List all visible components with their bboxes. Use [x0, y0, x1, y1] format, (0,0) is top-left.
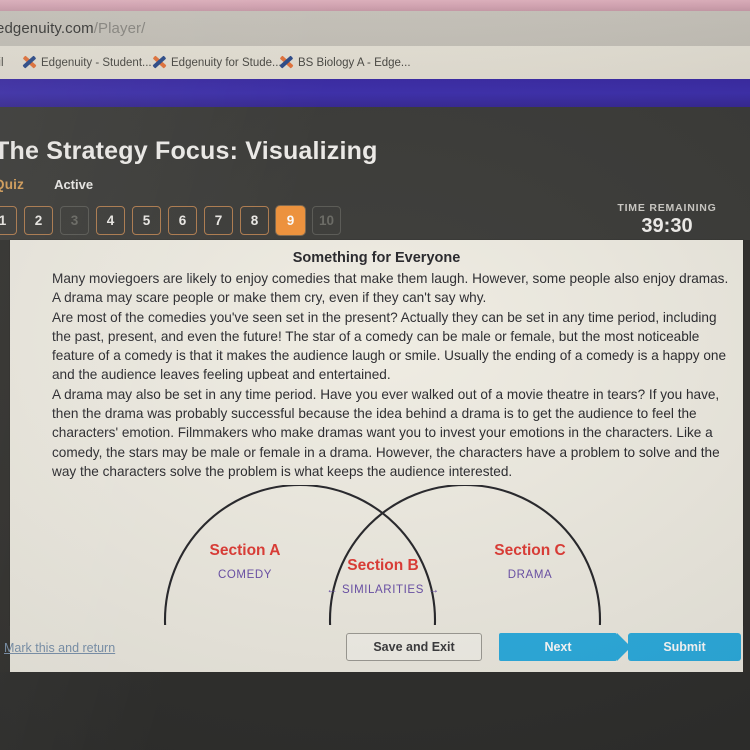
edgenuity-x-icon — [151, 55, 167, 70]
question-number-1[interactable]: 1 — [0, 206, 17, 235]
bookmark-item[interactable]: BS Biology A - Edge... — [278, 53, 411, 72]
time-remaining-label: TIME REMAINING — [617, 202, 717, 214]
venn-section-b-sub: ← SIMILARITIES → — [326, 584, 440, 596]
mark-this-and-return-link[interactable]: Mark this and return — [4, 641, 115, 655]
question-number-9[interactable]: 9 — [276, 206, 305, 235]
bookmark-label: ail — [0, 56, 4, 69]
venn-section-a-name: Section A — [209, 542, 281, 559]
question-number-3[interactable]: 3 — [60, 206, 89, 235]
screen-photo: edgenuity.com/Player/ ail Edgenuity - St… — [0, 0, 750, 750]
venn-section-c-name: Section C — [494, 542, 566, 559]
bookmark-label: BS Biology A - Edge... — [298, 56, 411, 69]
bookmark-label: Edgenuity for Stude... — [171, 56, 282, 69]
question-number-10[interactable]: 10 — [312, 206, 341, 235]
time-remaining-value: 39:30 — [641, 215, 693, 237]
venn-label-section-b: Section B ← SIMILARITIES → — [303, 557, 463, 596]
question-number-nav[interactable]: 1 2 3 4 5 6 7 8 9 10 — [0, 206, 341, 235]
next-button[interactable]: Next — [499, 633, 631, 661]
venn-label-section-a: Section A COMEDY — [165, 542, 325, 581]
photo-bottom-edge — [0, 672, 750, 750]
edgenuity-x-icon — [278, 55, 294, 70]
save-and-exit-button[interactable]: Save and Exit — [346, 633, 482, 661]
brand-color-band — [0, 79, 750, 107]
question-content-panel: Something for Everyone Many moviegoers a… — [10, 240, 743, 625]
bookmark-label: Edgenuity - Student... — [41, 56, 152, 69]
venn-section-a-sub: COMEDY — [217, 569, 273, 581]
passage-paragraph-1: Many moviegoers are likely to enjoy come… — [52, 271, 729, 306]
activity-state-badge: Active — [54, 177, 94, 192]
question-number-5[interactable]: 5 — [132, 206, 161, 235]
question-number-8[interactable]: 8 — [240, 206, 269, 235]
passage-paragraph-2: Are most of the comedies you've seen set… — [52, 309, 727, 383]
submit-button[interactable]: Submit — [628, 633, 741, 661]
venn-section-c-sub: DRAMA — [507, 569, 553, 581]
venn-diagram: Section A COMEDY Section B ← SIMILARITIE… — [10, 485, 743, 625]
question-number-4[interactable]: 4 — [96, 206, 125, 235]
next-button-label: Next — [544, 640, 572, 654]
url-text: edgenuity.com/Player/ — [0, 20, 145, 37]
time-remaining: TIME REMAINING 39:30 — [592, 202, 742, 238]
passage-title: Something for Everyone — [292, 250, 461, 266]
question-number-7[interactable]: 7 — [204, 206, 233, 235]
bookmark-item[interactable]: Edgenuity for Stude... — [151, 53, 282, 72]
edgenuity-x-icon — [21, 55, 37, 70]
activity-footer: Mark this and return Save and Exit Next … — [4, 625, 743, 672]
passage-paragraph-3: A drama may also be set in any time peri… — [52, 386, 720, 479]
activity-meta: Quiz Active — [0, 177, 93, 192]
url-domain: edgenuity.com — [0, 20, 94, 37]
page-title: The Strategy Focus: Visualizing — [0, 137, 378, 165]
bookmark-item[interactable]: Edgenuity - Student... — [21, 53, 152, 72]
url-path: /Player/ — [93, 20, 146, 37]
bookmarks-bar: ail Edgenuity - Student... Edgenuity for… — [0, 46, 750, 79]
question-number-2[interactable]: 2 — [24, 206, 53, 235]
activity-type-label: Quiz — [0, 177, 25, 192]
bookmark-item[interactable]: ail — [0, 53, 4, 72]
photo-top-edge — [0, 0, 750, 11]
activity-header: The Strategy Focus: Visualizing Quiz Act… — [0, 107, 750, 240]
venn-section-b-name: Section B — [347, 557, 419, 574]
browser-url-bar[interactable]: edgenuity.com/Player/ — [0, 11, 750, 46]
venn-label-section-c: Section C DRAMA — [450, 542, 610, 581]
passage-body: Many moviegoers are likely to enjoy come… — [52, 269, 731, 481]
question-number-6[interactable]: 6 — [168, 206, 197, 235]
